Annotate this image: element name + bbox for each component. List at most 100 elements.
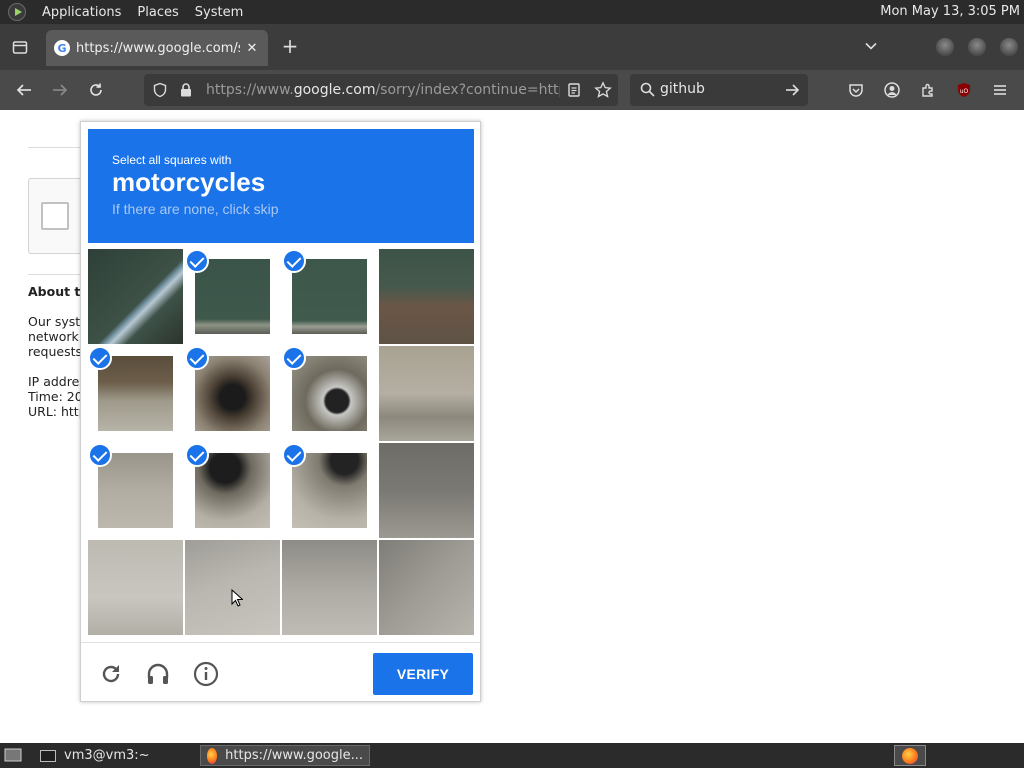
mouse-cursor-icon (231, 589, 243, 607)
tab-bar: G https://www.google.com/so ✕ + (0, 24, 1024, 70)
captcha-tile[interactable] (88, 540, 183, 635)
tile-selected-check-icon (88, 443, 112, 467)
captcha-tile[interactable] (379, 540, 474, 635)
captcha-tile[interactable] (282, 540, 377, 635)
browser-tab[interactable]: G https://www.google.com/so ✕ (46, 30, 268, 66)
url-text[interactable]: https://www.google.com/sorry/index?conti… (206, 82, 560, 98)
list-all-tabs-chevron-icon[interactable] (864, 38, 878, 57)
close-window-button[interactable] (1000, 38, 1018, 56)
tile-selected-check-icon (185, 443, 209, 467)
captcha-tile[interactable] (185, 346, 280, 441)
captcha-tile-image (292, 453, 367, 528)
taskbar-terminal[interactable]: vm3@vm3:~ (34, 745, 200, 766)
captcha-tile-image (195, 259, 270, 334)
about-section: About th Our syste network. requests IP … (28, 284, 84, 419)
captcha-tile[interactable] (282, 346, 377, 441)
svg-text:uO: uO (960, 88, 969, 95)
about-line: requests (28, 344, 83, 359)
taskbar-firefox[interactable]: https://www.google... (200, 745, 370, 766)
tile-selected-check-icon (282, 346, 306, 370)
reader-view-icon[interactable] (566, 82, 582, 102)
captcha-tile[interactable] (379, 443, 474, 538)
captcha-image-grid (88, 249, 474, 635)
terminal-icon (40, 749, 56, 762)
audio-challenge-headphones-icon[interactable] (145, 661, 171, 687)
recaptcha-checkbox[interactable] (41, 202, 69, 230)
tile-selected-check-icon (185, 346, 209, 370)
maximize-window-button[interactable] (968, 38, 986, 56)
search-go-arrow-icon[interactable] (784, 82, 800, 102)
captcha-tile-image (98, 453, 173, 528)
captcha-tile[interactable] (282, 249, 377, 344)
about-line: URL: http (28, 404, 84, 419)
captcha-tile-image (379, 249, 474, 344)
hamburger-menu-icon[interactable] (990, 80, 1010, 100)
taskbar-terminal-label: vm3@vm3:~ (64, 748, 150, 763)
ublock-origin-icon[interactable]: uO (954, 80, 974, 100)
clock[interactable]: Mon May 13, 3:05 PM (880, 4, 1020, 19)
captcha-tile-image (185, 540, 280, 635)
minimize-window-button[interactable] (936, 38, 954, 56)
show-desktop-icon[interactable] (4, 747, 22, 767)
verify-button[interactable]: VERIFY (373, 653, 473, 695)
reload-challenge-icon[interactable] (98, 661, 124, 687)
captcha-target: motorcycles (112, 167, 266, 197)
captcha-tile[interactable] (185, 540, 280, 635)
navigation-toolbar: https://www.google.com/sorry/index?conti… (0, 70, 1024, 110)
captcha-tile[interactable] (88, 249, 183, 344)
captcha-footer: VERIFY (81, 642, 480, 702)
divider (28, 274, 88, 275)
captcha-tile[interactable] (185, 443, 280, 538)
captcha-tile-image (88, 540, 183, 635)
new-tab-button[interactable]: + (280, 36, 300, 56)
captcha-tile[interactable] (282, 443, 377, 538)
back-arrow-icon[interactable] (14, 80, 34, 100)
url-bar[interactable]: https://www.google.com/sorry/index?conti… (144, 74, 618, 106)
bookmark-star-icon[interactable] (594, 81, 612, 103)
captcha-tile[interactable] (379, 249, 474, 344)
captcha-tile[interactable] (88, 443, 183, 538)
search-input[interactable]: github (660, 81, 705, 97)
captcha-tile-image (98, 356, 173, 431)
about-line: Time: 20 (28, 389, 83, 404)
applications-logo-icon[interactable] (8, 3, 26, 21)
captcha-tile[interactable] (379, 346, 474, 441)
captcha-tile-image (379, 540, 474, 635)
extensions-puzzle-icon[interactable] (918, 80, 938, 100)
captcha-tile-image (88, 249, 183, 344)
menu-places[interactable]: Places (137, 5, 178, 20)
captcha-instruction: Select all squares with (112, 153, 232, 167)
tracking-protection-shield-icon[interactable] (152, 82, 168, 102)
search-bar[interactable]: github (630, 74, 808, 106)
pocket-icon[interactable] (846, 80, 866, 100)
about-title: About th (28, 284, 84, 299)
recaptcha-widget (28, 178, 88, 254)
about-line: IP addres (28, 374, 84, 389)
forward-arrow-icon[interactable] (50, 80, 70, 100)
info-icon[interactable] (193, 661, 219, 687)
tab-title: https://www.google.com/so (76, 40, 240, 56)
workspace-switcher[interactable] (894, 745, 926, 766)
desktop-taskbar: vm3@vm3:~ https://www.google... (0, 743, 1024, 768)
captcha-tile[interactable] (88, 346, 183, 441)
captcha-tile[interactable] (185, 249, 280, 344)
captcha-challenge-dialog: Select all squares with motorcycles If t… (80, 121, 481, 702)
captcha-tile-image (282, 540, 377, 635)
captcha-tile-image (195, 356, 270, 431)
reload-icon[interactable] (86, 80, 106, 100)
tab-list-icon[interactable] (8, 35, 32, 59)
google-favicon-icon: G (54, 40, 70, 56)
tile-selected-check-icon (185, 249, 209, 273)
menu-system[interactable]: System (195, 5, 243, 20)
menu-applications[interactable]: Applications (42, 5, 121, 20)
captcha-tile-image (292, 356, 367, 431)
firefox-workspace-icon (902, 747, 918, 764)
taskbar-firefox-label: https://www.google... (225, 748, 363, 763)
tile-selected-check-icon (282, 443, 306, 467)
account-icon[interactable] (882, 80, 902, 100)
lock-icon[interactable] (178, 82, 194, 102)
captcha-hint: If there are none, click skip (112, 201, 279, 217)
divider (28, 147, 88, 148)
search-icon (640, 82, 655, 101)
tab-close-icon[interactable]: ✕ (244, 41, 260, 56)
